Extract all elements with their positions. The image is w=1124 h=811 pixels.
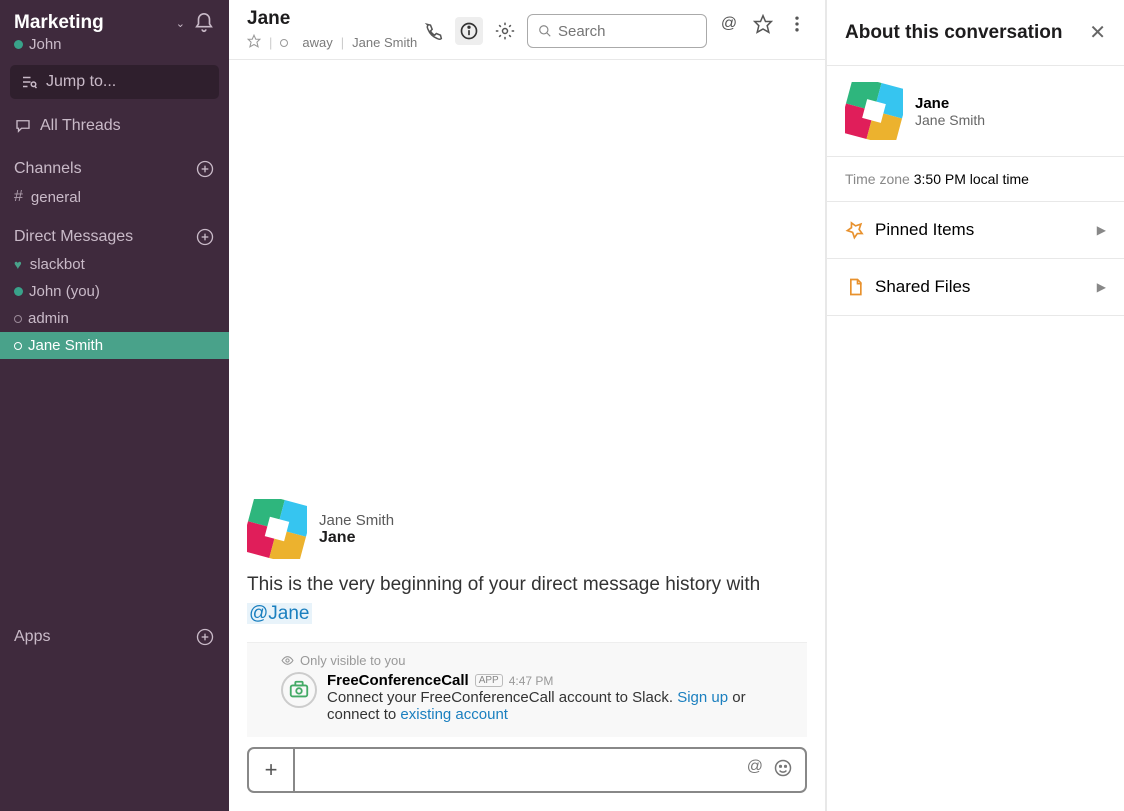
mention-link[interactable]: @Jane [247, 603, 312, 624]
workspace-user[interactable]: John [0, 36, 229, 65]
threads-label: All Threads [40, 117, 121, 135]
current-user: John [29, 36, 62, 53]
star-icon[interactable] [247, 34, 261, 51]
plus-circle-icon[interactable] [195, 227, 215, 247]
mention-icon[interactable]: @ [719, 14, 739, 34]
presence-dot-icon [14, 315, 22, 323]
dm-item-admin[interactable]: admin [0, 305, 229, 332]
shared-files[interactable]: Shared Files ▶ [827, 259, 1124, 316]
dm-header[interactable]: Direct Messages [0, 211, 229, 251]
profile-name: Jane [915, 95, 985, 112]
pinned-label: Pinned Items [875, 220, 1097, 240]
chat-header: Jane | away | Jane Smith @ [229, 0, 825, 60]
tz-label: Time zone [845, 171, 914, 187]
apps-header[interactable]: Apps [0, 611, 229, 651]
sidebar: Marketing ⌄ John Jump to... All Threads … [0, 0, 229, 811]
system-message: Only visible to you FreeConferenceCall A… [247, 642, 807, 737]
info-icon[interactable] [455, 17, 483, 45]
all-threads[interactable]: All Threads [0, 109, 229, 143]
shared-label: Shared Files [875, 277, 1097, 297]
close-icon[interactable]: ✕ [1089, 20, 1106, 45]
message-time: 4:47 PM [509, 674, 554, 688]
chat-body: Jane Smith Jane This is the very beginni… [229, 60, 825, 737]
message-composer[interactable]: + @ [247, 747, 807, 793]
eye-icon [281, 654, 294, 667]
dm-name: Jane Smith [28, 337, 103, 354]
presence-status: away [302, 35, 332, 50]
search-icon [538, 23, 552, 39]
dm-item-jane[interactable]: Jane Smith [0, 332, 229, 359]
channels-header[interactable]: Channels [0, 143, 229, 183]
panel-title: About this conversation [845, 22, 1089, 44]
jump-label: Jump to... [46, 73, 116, 91]
presence-dot-icon [14, 342, 22, 350]
attach-button[interactable]: + [249, 749, 295, 791]
heart-icon: ♥ [14, 257, 22, 272]
star-icon[interactable] [753, 14, 773, 34]
tz-value: 3:50 PM local time [914, 171, 1029, 187]
chevron-down-icon: ⌄ [176, 17, 185, 30]
channels-label: Channels [14, 160, 195, 178]
hash-icon: # [14, 188, 23, 206]
app-avatar [281, 672, 317, 708]
signup-link[interactable]: Sign up [677, 689, 728, 706]
bell-icon[interactable] [193, 12, 215, 34]
profile-fullname: Jane Smith [915, 112, 985, 128]
intro-fullname: Jane Smith [319, 512, 394, 529]
intro-handle: Jane [319, 529, 394, 547]
timezone-row: Time zone 3:50 PM local time [827, 157, 1124, 202]
channel-name: general [31, 189, 81, 206]
chevron-right-icon: ▶ [1097, 280, 1106, 294]
file-icon [845, 277, 865, 297]
dm-name: admin [28, 310, 69, 327]
more-icon[interactable] [787, 14, 807, 34]
jump-icon [20, 73, 38, 91]
chevron-right-icon: ▶ [1097, 223, 1106, 237]
mention-icon[interactable]: @ [747, 758, 763, 783]
presence-dot-icon [280, 39, 288, 47]
app-name: FreeConferenceCall [327, 672, 469, 689]
details-panel: About this conversation ✕ Jane Jane Smit… [826, 0, 1124, 811]
pinned-items[interactable]: Pinned Items ▶ [827, 202, 1124, 259]
presence-dot-icon [14, 40, 23, 49]
message-body: Connect your FreeConferenceCall account … [327, 689, 791, 723]
gear-icon[interactable] [495, 21, 515, 41]
apps-label: Apps [14, 628, 195, 646]
app-badge: APP [475, 674, 503, 687]
plus-circle-icon[interactable] [195, 159, 215, 179]
avatar [247, 499, 307, 559]
search-box[interactable] [527, 14, 707, 48]
existing-account-link[interactable]: existing account [400, 706, 508, 723]
dm-item-slackbot[interactable]: ♥ slackbot [0, 251, 229, 278]
channel-item-general[interactable]: # general [0, 183, 229, 211]
conversation-title: Jane [247, 8, 423, 30]
workspace-name: Marketing [14, 12, 172, 34]
main-area: Jane | away | Jane Smith @ [229, 0, 826, 811]
search-input[interactable] [558, 23, 696, 40]
dm-name: John (you) [29, 283, 100, 300]
dm-label: Direct Messages [14, 228, 195, 246]
panel-header: About this conversation ✕ [827, 0, 1124, 66]
intro-block: Jane Smith Jane [247, 499, 807, 559]
phone-icon[interactable] [423, 21, 443, 41]
pin-icon [845, 220, 865, 240]
visibility-note: Only visible to you [281, 653, 791, 668]
jump-to[interactable]: Jump to... [10, 65, 219, 99]
avatar [845, 82, 903, 140]
dm-name: slackbot [30, 256, 85, 273]
plus-circle-icon[interactable] [195, 627, 215, 647]
workspace-header[interactable]: Marketing ⌄ [0, 0, 229, 36]
presence-dot-icon [14, 287, 23, 296]
panel-profile: Jane Jane Smith [827, 66, 1124, 157]
full-name: Jane Smith [352, 35, 417, 50]
intro-text: This is the very beginning of your direc… [247, 571, 807, 628]
threads-icon [14, 117, 32, 135]
dm-item-self[interactable]: John (you) [0, 278, 229, 305]
emoji-icon[interactable] [773, 758, 793, 783]
